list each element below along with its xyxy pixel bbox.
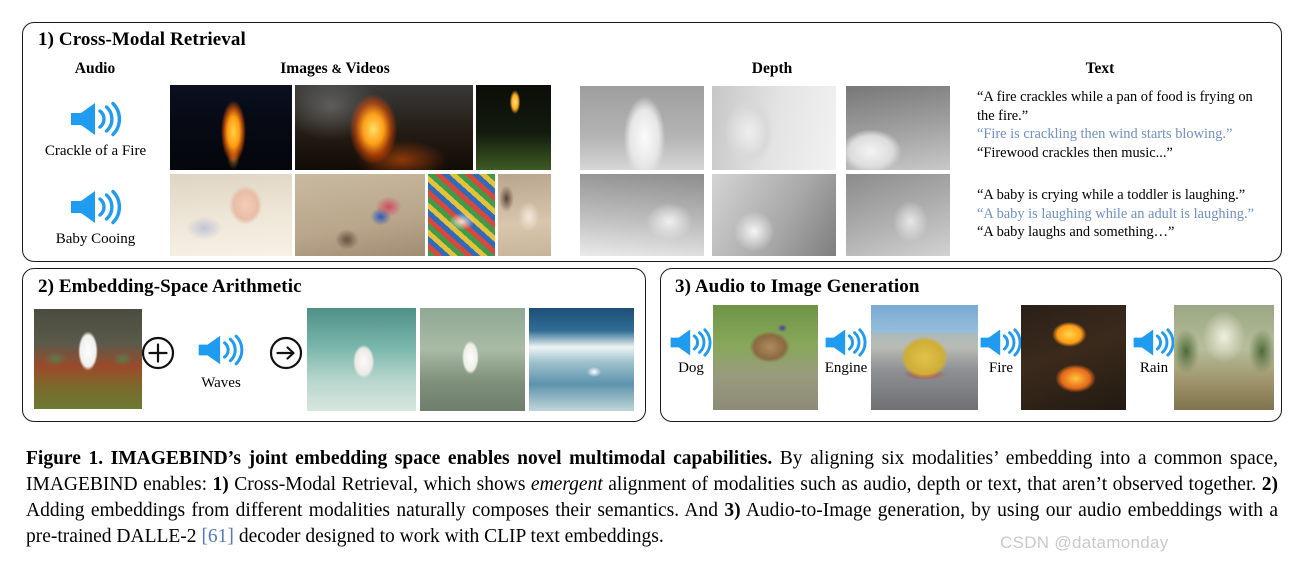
retrieval-text-line-highlight: “A baby is laughing while an adult is la… <box>977 205 1254 222</box>
speaker-icon[interactable] <box>823 327 869 363</box>
depth-image-nursery-1 <box>580 174 704 256</box>
depth-image-fireplace-2 <box>712 86 836 170</box>
caption-body-5: Adding embeddings from different modalit… <box>26 499 725 521</box>
figure-caption: Figure 1. IMAGEBIND’s joint embedding sp… <box>26 446 1278 550</box>
retrieval-image-fire-2 <box>295 85 473 170</box>
speaker-icon[interactable] <box>668 327 714 363</box>
circled-plus-icon <box>140 335 176 376</box>
circled-right-arrow-icon <box>268 335 304 376</box>
caption-body-2: enables: <box>137 473 213 495</box>
column-header-audio: Audio <box>74 60 116 77</box>
column-header-videos-label: Videos <box>345 60 390 77</box>
depth-image-nursery-2 <box>712 174 836 256</box>
speaker-icon[interactable] <box>68 100 124 143</box>
caption-title-imagebind: IMAGEBIND <box>110 448 228 469</box>
panel3-title: 3) Audio to Image Generation <box>675 276 920 297</box>
generated-image-engine <box>871 305 978 410</box>
retrieval-image-baby-4 <box>498 174 551 256</box>
retrieval-image-fire-1 <box>170 85 292 170</box>
caption-imagebind-smallcaps: IMAGEBIND <box>26 473 138 495</box>
caption-body-7: decoder designed to work with CLIP text … <box>233 525 664 547</box>
caption-title-rest: ’s joint embedding space enables novel m… <box>227 448 773 469</box>
panel1-title: 1) Cross-Modal Retrieval <box>38 29 246 50</box>
speaker-icon[interactable] <box>68 188 124 231</box>
arithmetic-result-image-2 <box>420 308 525 411</box>
retrieval-image-baby-1 <box>170 174 292 256</box>
retrieval-text-line: “A baby laughs and something…” <box>977 224 1175 241</box>
retrieval-image-fire-3 <box>476 85 551 170</box>
audio-label-baby-cooing: Baby Cooing <box>55 231 136 247</box>
retrieval-text-line: the fire.” <box>977 107 1029 124</box>
depth-image-fireplace-1 <box>580 86 704 170</box>
caption-num-3: 3) <box>724 499 741 521</box>
retrieval-image-baby-2 <box>295 174 425 256</box>
audio-label-crackle-of-a-fire: Crackle of a Fire <box>44 143 147 159</box>
caption-italic-emergent: emergent <box>530 473 603 495</box>
retrieval-image-baby-3 <box>428 174 495 256</box>
retrieval-text-block-baby: “A baby is crying while a toddler is lau… <box>977 186 1254 242</box>
column-header-images-and-videos: Images & Videos <box>235 60 435 78</box>
caption-body-1: By aligning six modalities’ embedding in… <box>772 448 1279 469</box>
caption-num-1: 1) <box>212 473 229 495</box>
retrieval-text-line-highlight: “Fire is crackling then wind starts blow… <box>977 126 1233 143</box>
column-header-text: Text <box>1085 60 1115 77</box>
caption-citation-link[interactable]: [61] <box>201 526 234 547</box>
depth-image-nursery-3 <box>846 174 950 256</box>
caption-num-2: 2) <box>1261 473 1278 495</box>
generated-image-dog <box>713 305 818 410</box>
generated-image-rain <box>1174 305 1274 410</box>
arithmetic-audio-label-waves: Waves <box>201 375 241 391</box>
speaker-icon[interactable] <box>978 327 1024 363</box>
speaker-icon[interactable] <box>1131 327 1177 363</box>
arithmetic-source-image-egret <box>34 309 142 409</box>
caption-body-4: alignment of modalities such as audio, d… <box>602 473 1262 495</box>
retrieval-text-block-fire: “A fire crackles while a pan of food is … <box>977 88 1253 163</box>
column-header-depth: Depth <box>751 60 793 77</box>
caption-body-3: Cross-Modal Retrieval, which shows <box>228 473 531 495</box>
arithmetic-result-image-3 <box>529 308 634 411</box>
ampersand-glyph: & <box>331 62 342 76</box>
retrieval-text-line: “A baby is crying while a toddler is lau… <box>977 187 1246 203</box>
column-header-images-label: Images <box>280 60 328 77</box>
retrieval-text-line: “A fire crackles while a pan of food is … <box>977 89 1253 105</box>
caption-figure-number: Figure 1. <box>26 448 104 469</box>
retrieval-text-line: “Firewood crackles then music...” <box>977 145 1173 162</box>
arithmetic-result-image-1 <box>307 308 416 411</box>
depth-image-fireplace-3 <box>846 86 950 170</box>
speaker-icon[interactable] <box>196 333 246 372</box>
generated-image-fire <box>1021 305 1126 410</box>
panel2-title: 2) Embedding-Space Arithmetic <box>38 276 302 297</box>
